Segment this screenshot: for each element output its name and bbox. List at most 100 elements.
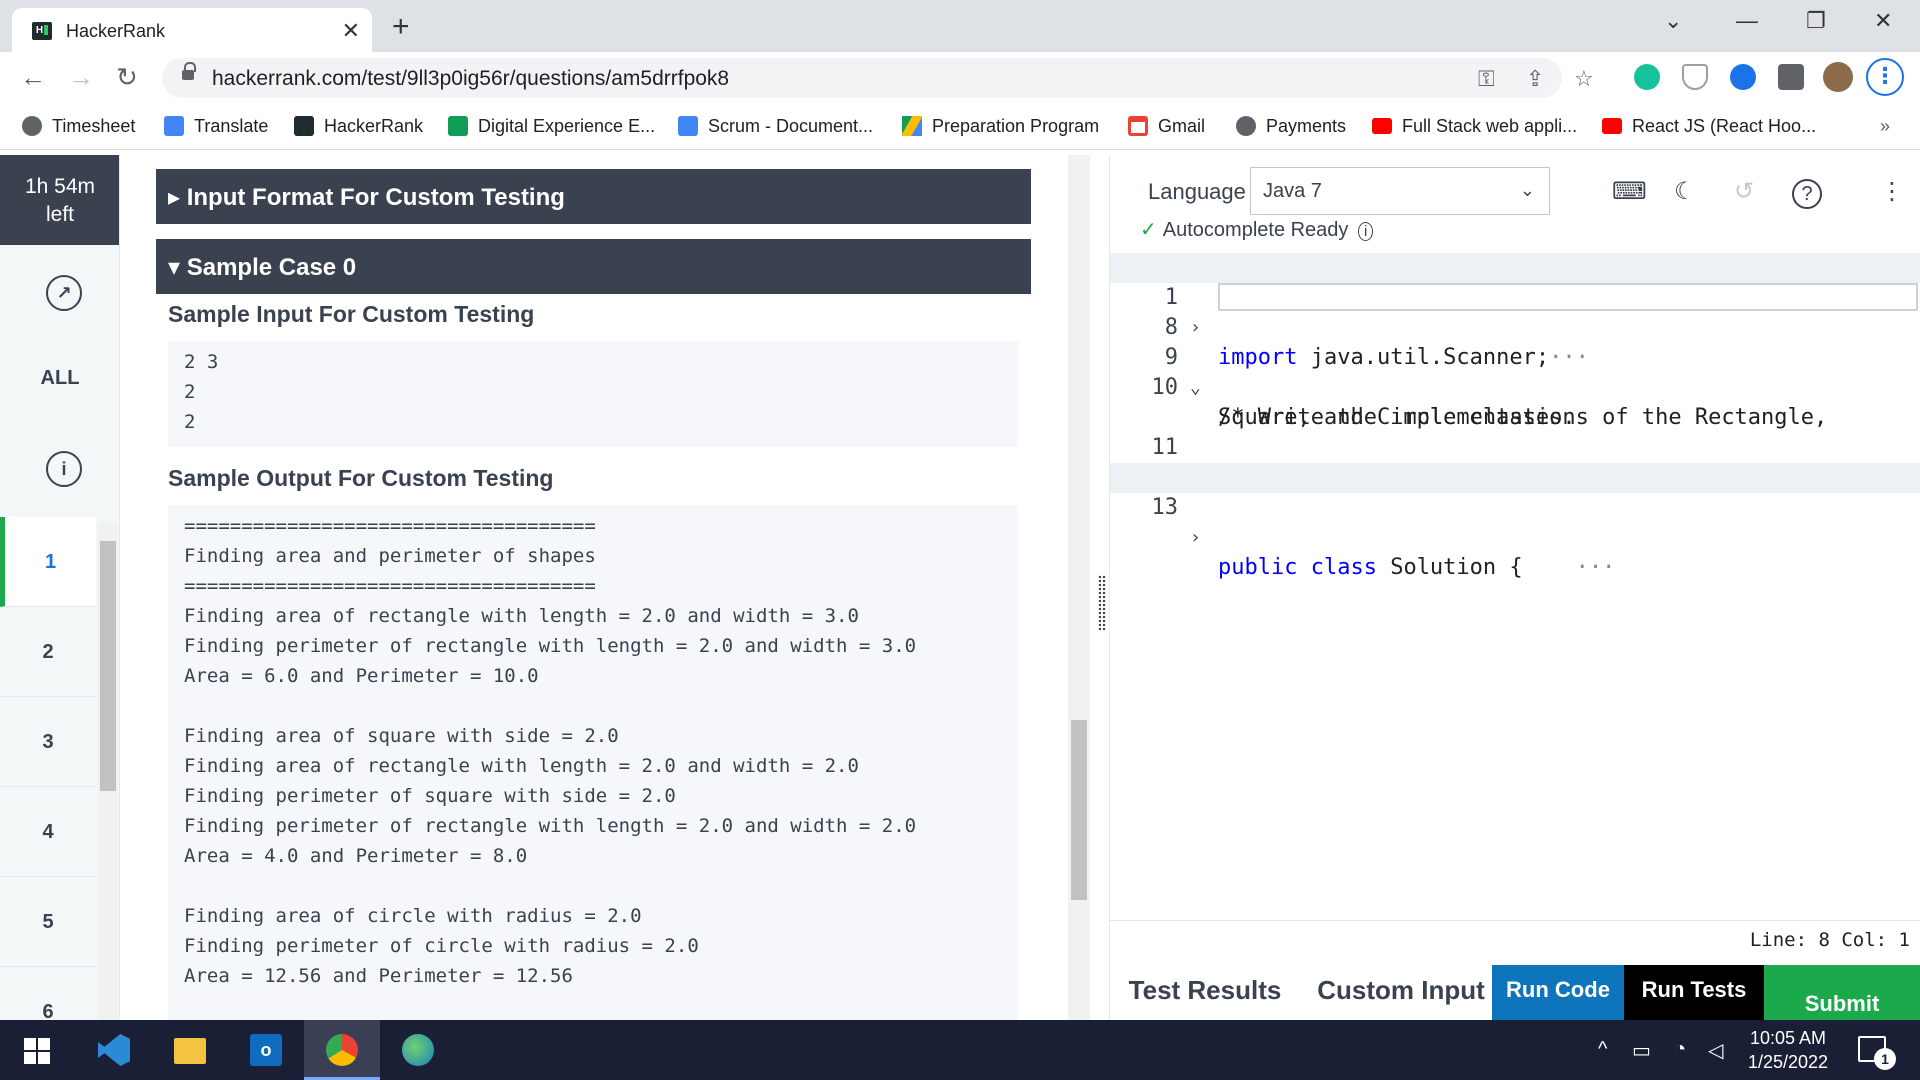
bookmark-react-js[interactable]: React JS (React Hoo... <box>1602 116 1816 137</box>
fold-expand-icon[interactable]: › <box>1190 523 1201 553</box>
input-format-section-toggle[interactable]: ▸ Input Format For Custom Testing <box>156 169 1031 224</box>
bookmark-label: Full Stack web appli... <box>1402 116 1578 136</box>
code-line[interactable]: 10 * Write the implementations of the Re… <box>1110 343 1920 430</box>
bookmark-label: Gmail <box>1158 116 1206 136</box>
drag-grip-icon[interactable] <box>1098 575 1106 631</box>
taskbar-globe-app[interactable] <box>380 1020 456 1080</box>
tab-test-results[interactable]: Test Results <box>1110 965 1300 1020</box>
question-item-3[interactable]: 3 <box>0 697 96 787</box>
question-list-scrollbar[interactable] <box>98 523 118 1020</box>
puzzle-icon[interactable] <box>1778 64 1804 90</box>
compass-icon[interactable]: ↗ <box>46 275 82 311</box>
taskbar-vscode[interactable] <box>76 1020 152 1080</box>
bookmark-scrum[interactable]: Scrum - Document... <box>678 116 873 137</box>
bookmark-hackerrank[interactable]: HackerRank <box>294 116 423 137</box>
help-icon[interactable]: ? <box>1792 179 1822 209</box>
browser-menu-icon[interactable]: ⋮ <box>1866 58 1904 96</box>
bookmark-payments[interactable]: Payments <box>1236 116 1346 137</box>
forward-arrow-icon[interactable]: → <box>68 62 94 93</box>
more-options-icon[interactable]: ⋮ <box>1880 177 1904 206</box>
sample-case-section-toggle[interactable]: ▾ Sample Case 0 <box>156 239 1031 294</box>
timer-value: 1h 54m <box>24 175 96 198</box>
code-line[interactable]: 13 › public class Solution { ··· <box>1110 463 1920 580</box>
shield-extension-icon[interactable] <box>1682 64 1708 90</box>
all-questions-link[interactable]: ALL <box>0 367 119 390</box>
notification-center-icon[interactable]: 1 <box>1858 1036 1896 1070</box>
key-icon[interactable]: ⚿ <box>1478 66 1495 92</box>
bookmark-star-icon[interactable]: ☆ <box>1574 66 1594 92</box>
history-icon[interactable]: ↺ <box>1734 177 1754 206</box>
more-bookmarks-icon[interactable]: » <box>1880 116 1890 137</box>
question-item-6[interactable]: 6 <box>0 967 96 1020</box>
restore-icon[interactable]: ❐ <box>1806 8 1826 34</box>
share-icon[interactable]: ⇪ <box>1526 66 1544 92</box>
extension-icon[interactable] <box>1730 64 1756 90</box>
system-clock[interactable]: 10:05 AM 1/25/2022 <box>1738 1026 1838 1074</box>
bookmark-translate[interactable]: Translate <box>164 116 268 137</box>
youtube-icon <box>1372 118 1392 134</box>
scrollbar-thumb[interactable] <box>1071 720 1087 900</box>
info-icon[interactable]: i <box>46 451 82 487</box>
question-item-1[interactable]: 1 <box>0 517 96 607</box>
section-heading: Input Format For Custom Testing <box>186 184 565 211</box>
battery-icon[interactable]: ▭ <box>1632 1038 1651 1063</box>
active-line-cursor[interactable] <box>1218 283 1918 311</box>
start-button[interactable] <box>0 1020 76 1080</box>
tab-custom-input[interactable]: Custom Input <box>1300 965 1502 1020</box>
tab-search-icon[interactable]: ⌄ <box>1664 8 1682 34</box>
reload-icon[interactable]: ↻ <box>116 62 138 93</box>
chrome-icon <box>326 1034 358 1066</box>
profile-avatar[interactable] <box>1823 62 1853 92</box>
pane-resize-handle[interactable] <box>1092 155 1110 1020</box>
bookmark-digital-experience[interactable]: Digital Experience E... <box>448 116 655 137</box>
bookmark-gmail[interactable]: Gmail <box>1128 116 1205 137</box>
bookmark-full-stack[interactable]: Full Stack web appli... <box>1372 116 1577 137</box>
question-item-5[interactable]: 5 <box>0 877 96 967</box>
run-code-button[interactable]: Run Code <box>1492 965 1624 1020</box>
tab-title: HackerRank <box>66 21 166 41</box>
question-item-4[interactable]: 4 <box>0 787 96 877</box>
new-tab-icon[interactable]: + <box>392 10 410 44</box>
keyboard-icon[interactable]: ⌨ <box>1612 177 1647 206</box>
problem-scrollbar[interactable] <box>1068 155 1090 1020</box>
wifi-icon[interactable]: ◔ <box>1674 1038 1686 1061</box>
scrollbar-thumb[interactable] <box>100 541 116 791</box>
outlook-icon: o <box>250 1034 282 1066</box>
url-text[interactable]: hackerrank.com/test/9ll3p0ig56r/question… <box>212 67 729 91</box>
caret-right-icon: ▸ <box>168 184 187 211</box>
show-hidden-icons-icon[interactable]: ^ <box>1598 1038 1607 1061</box>
code-line[interactable]: 12 <box>1110 433 1920 490</box>
window-close-icon[interactable]: ✕ <box>1874 8 1892 34</box>
grammarly-extension-icon[interactable] <box>1634 64 1660 90</box>
clock-time: 10:05 AM <box>1749 1028 1827 1048</box>
bookmark-preparation-program[interactable]: Preparation Program <box>902 116 1099 137</box>
minimize-icon[interactable]: — <box>1736 8 1758 34</box>
sample-input-block: 2 3 2 2 <box>168 341 1018 447</box>
bookmark-label: HackerRank <box>324 116 424 136</box>
lock-icon[interactable] <box>182 62 196 82</box>
language-select[interactable]: Java 7 ⌄ <box>1250 167 1550 215</box>
bookmark-timesheet[interactable]: Timesheet <box>22 116 135 137</box>
code-line[interactable]: 1 › import java.util.Scanner;··· <box>1110 253 1920 370</box>
code-area[interactable]: 1 › import java.util.Scanner;··· 8 9 ⌄ /… <box>1110 253 1920 580</box>
clock-date: 1/25/2022 <box>1747 1052 1829 1072</box>
browser-toolbar: ← → ↻ hackerrank.com/test/9ll3p0ig56r/qu… <box>0 52 1920 104</box>
question-item-2[interactable]: 2 <box>0 607 96 697</box>
run-tests-button[interactable]: Run Tests <box>1624 965 1764 1020</box>
code-line[interactable]: 9 ⌄ /* <box>1110 313 1920 430</box>
browser-tab[interactable]: H HackerRank ✕ <box>12 8 372 52</box>
globe-icon <box>22 116 42 136</box>
code-line[interactable]: 11 */ <box>1110 403 1920 490</box>
back-arrow-icon[interactable]: ← <box>20 62 46 93</box>
taskbar-outlook[interactable]: o <box>228 1020 304 1080</box>
address-bar[interactable]: hackerrank.com/test/9ll3p0ig56r/question… <box>162 58 1594 98</box>
submit-button[interactable]: Submit <box>1764 965 1920 1020</box>
tab-close-icon[interactable]: ✕ <box>342 18 360 44</box>
folder-icon <box>174 1038 206 1064</box>
taskbar-chrome[interactable] <box>304 1020 380 1080</box>
dark-mode-moon-icon[interactable]: ☾ <box>1674 177 1696 206</box>
volume-icon[interactable]: ◁ <box>1708 1038 1723 1063</box>
info-icon[interactable]: i <box>1358 222 1374 241</box>
taskbar-file-explorer[interactable] <box>152 1020 228 1080</box>
code-line[interactable]: Square, and Circle classes. <box>1110 373 1920 430</box>
